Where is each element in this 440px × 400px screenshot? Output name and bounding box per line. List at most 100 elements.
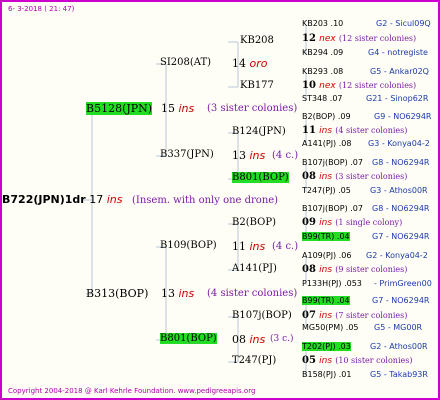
node-t247[interactable]: T247(PJ) [232, 356, 276, 366]
g4-note: (3 sister colonies) [335, 172, 408, 181]
b801-lower-name: B801(BOP) [160, 333, 217, 344]
pedigree-chart: 6- 3-2018 ( 21: 47) B722(JPN)1dr 17 ins … [0, 0, 440, 400]
node-b109[interactable]: B109(BOP) [160, 241, 217, 251]
node-b107j[interactable]: B107j(BOP) [232, 311, 292, 321]
b337-ins: ins [249, 149, 266, 162]
g4-b[interactable]: T247(PJ) .05 [302, 187, 351, 195]
g6-b[interactable]: P133H(PJ) .053 [302, 280, 362, 288]
g4-ins: ins [319, 172, 333, 182]
b801-lower-ins: ins [249, 333, 266, 346]
g5-b[interactable]: B99(TR) .04 [302, 232, 350, 241]
g2-a[interactable]: KB293 .08 [302, 68, 343, 76]
g3-b[interactable]: A141(PJ) .08 [302, 140, 351, 148]
g7-ins: ins [319, 311, 333, 321]
g1-note: (12 sister colonies) [338, 34, 417, 43]
b5128-name: B5128(JPN) [86, 102, 153, 115]
g3-a[interactable]: B2(BOP) .09 [302, 113, 351, 121]
g6-note: (9 sister colonies) [335, 265, 408, 274]
b5128-num-line: 15 ins [161, 103, 194, 114]
header-date: 6- 3-2018 ( 21: 47) [8, 5, 75, 13]
g1-num: 12 [302, 33, 316, 44]
b313-num-line: 13 ins [161, 288, 194, 299]
g1-ins: nex [319, 34, 336, 44]
g7-a[interactable]: B99(TR) .04 [302, 296, 350, 305]
b5128-num: 15 [161, 102, 175, 115]
root-num: 17 [89, 193, 104, 206]
g8-b[interactable]: B158(PJ) .01 [302, 371, 351, 379]
g8-num: 05 [302, 355, 316, 366]
g8-mid: 05 ins (10 sister colonies) [302, 356, 412, 366]
root-ins: ins [106, 193, 123, 206]
node-b2[interactable]: B2(BOP) [232, 218, 276, 228]
g3-num: 11 [302, 125, 316, 136]
g4-b-gen: G3 - Athos00R [370, 186, 428, 195]
g7-note: (7 sister colonies) [335, 311, 408, 320]
g7-b[interactable]: MG50(PM) .05 [302, 324, 359, 332]
g8-note: (10 sister colonies) [335, 356, 413, 365]
g2-note: (12 sister colonies) [338, 81, 417, 90]
g2-b[interactable]: ST348 .07 [302, 95, 343, 103]
footer-copyright[interactable]: Copyright 2004-2018 @ Karl Kehrle Founda… [8, 388, 255, 395]
g7-b-gen: G5 - MG00R [374, 323, 423, 332]
b109-num: 11 [232, 240, 246, 253]
g4-a-gen: G8 - NO6294R [372, 158, 430, 167]
g3-note: (4 sister colonies) [335, 126, 408, 135]
g2-num: 10 [302, 80, 316, 91]
g2-mid: 10 nex (12 sister colonies) [302, 81, 416, 91]
node-b801-upper[interactable]: B801(BOP) [232, 172, 289, 183]
g4-mid: 08 ins (3 sister colonies) [302, 172, 407, 182]
g1-a-gen: G2 - Sicul09Q [376, 19, 431, 28]
root-name: B722(JPN)1dr [2, 193, 86, 206]
b801-upper-name: B801(BOP) [232, 172, 289, 183]
g5-note: (1 single colony) [335, 218, 403, 227]
g1-b[interactable]: KB294 .09 [302, 49, 343, 57]
b109-num-line: 11 ins [232, 241, 265, 252]
g5-num: 09 [302, 217, 316, 228]
b313-note: (4 sister colonies) [207, 288, 298, 299]
g5-a-gen: G8 - NO6294R [372, 204, 430, 213]
g1-b-gen: G4 - notregiste [368, 48, 428, 57]
g5-a[interactable]: B107j(BOP) .07 [302, 205, 363, 213]
node-si208[interactable]: SI208(AT) [160, 58, 211, 68]
g7-num: 07 [302, 310, 316, 321]
node-kb208[interactable]: KB208 [240, 36, 274, 46]
b109-ins: ins [249, 240, 266, 253]
node-b337[interactable]: B337(JPN) [160, 150, 214, 160]
parent-node-b313[interactable]: B313(BOP) [86, 288, 148, 299]
g8-a[interactable]: T202(PJ) .03 [302, 342, 351, 351]
g6-b-gen: - PrimGreen00 [374, 279, 432, 288]
g2-a-gen: G5 - Ankar02Q [370, 67, 429, 76]
node-a141[interactable]: A141(PJ) [232, 264, 277, 274]
b337-num-line: 13 ins [232, 150, 265, 161]
b313-name: B313(BOP) [86, 287, 149, 300]
g6-a[interactable]: A109(PJ) .06 [302, 252, 351, 260]
g6-num: 08 [302, 264, 316, 275]
b5128-note: (3 sister colonies) [207, 103, 298, 114]
g8-a-name: T202(PJ) .03 [302, 342, 351, 351]
g5-ins: ins [319, 218, 333, 228]
root-queen[interactable]: B722(JPN)1dr 17 ins [2, 194, 122, 205]
g3-b-gen: G3 - Konya04-2 [368, 139, 430, 148]
node-kb177[interactable]: KB177 [240, 81, 274, 91]
g7-a-gen: G7 - NO6294R [372, 296, 430, 305]
node-b124[interactable]: B124(JPN) [232, 127, 286, 137]
b5128-ins: ins [178, 102, 195, 115]
g2-ins: nex [319, 81, 336, 91]
b337-num: 13 [232, 149, 246, 162]
b801-lower-num: 08 [232, 333, 246, 346]
g4-a[interactable]: B107j(BOP) .07 [302, 159, 363, 167]
b801-lower-note: (3 c.) [270, 334, 294, 344]
g1-a[interactable]: KB203 .10 [302, 20, 343, 28]
si208-ins: oro [249, 57, 268, 70]
g8-b-gen: G5 - Takab93R [370, 370, 428, 379]
node-b801-lower[interactable]: B801(BOP) [160, 333, 217, 344]
g1-mid: 12 nex (12 sister colonies) [302, 34, 416, 44]
g3-a-gen: G9 - NO6294R [374, 112, 432, 121]
parent-node-b5128[interactable]: B5128(JPN) [86, 102, 153, 115]
si208-num: 14 [232, 57, 246, 70]
g3-mid: 11 ins (4 sister colonies) [302, 126, 407, 136]
g2-b-gen: G21 - Sinop62R [366, 94, 429, 103]
g8-ins: ins [319, 356, 333, 366]
g8-a-gen: G2 - Athos00R [370, 342, 428, 351]
g6-a-gen: G2 - Konya04-2 [366, 251, 428, 260]
